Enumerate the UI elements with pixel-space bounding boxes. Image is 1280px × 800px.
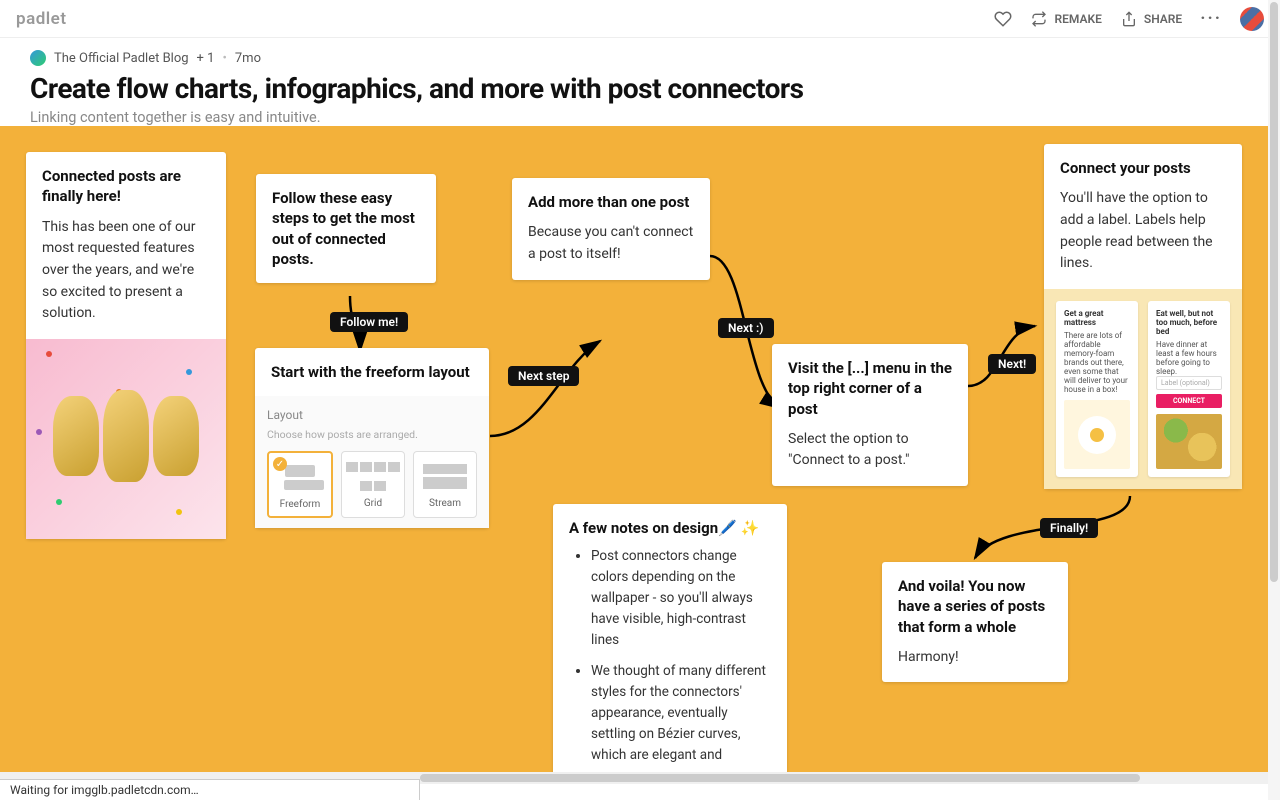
avatar[interactable] (1240, 7, 1264, 31)
card-title: Add more than one post (528, 192, 694, 212)
remake-button[interactable]: REMAKE (1030, 10, 1101, 28)
top-bar: padlet REMAKE SHARE ··· (0, 0, 1280, 38)
card-title: And voila! You now have a series of post… (898, 576, 1052, 637)
page-header: The Official Padlet Blog + 1 • 7mo Creat… (0, 38, 1280, 140)
note-item: Post connectors change colors depending … (591, 546, 771, 651)
layout-opt-stream: Stream (413, 451, 477, 518)
card-freeform-layout[interactable]: Start with the freeform layout Layout Ch… (255, 348, 489, 528)
card-title: Connect your posts (1060, 158, 1226, 178)
card-title: Connected posts are finally here! (42, 166, 210, 207)
yay-image (26, 339, 226, 539)
card-title: A few notes on design🖊️ ✨ (569, 518, 771, 538)
card-add-more-posts[interactable]: Add more than one post Because you can't… (512, 178, 710, 280)
connect-preview: Get a great mattress There are lots of a… (1044, 289, 1242, 489)
layout-head: Layout (267, 408, 477, 422)
heart-icon[interactable] (994, 10, 1012, 28)
card-title: Start with the freeform layout (271, 362, 473, 382)
card-visit-menu[interactable]: Visit the [...] menu in the top right co… (772, 344, 968, 486)
author-plus: + 1 (197, 51, 215, 66)
status-bar: Waiting for imgglb.padletcdn.com… (0, 779, 420, 800)
vertical-scrollbar[interactable] (1268, 0, 1280, 800)
connector-label-3: Next :) (718, 318, 774, 338)
card-connect-posts[interactable]: Connect your posts You'll have the optio… (1044, 144, 1242, 489)
brand-logo[interactable]: padlet (16, 9, 67, 29)
more-icon[interactable]: ··· (1200, 8, 1222, 29)
card-body: Harmony! (898, 647, 1052, 669)
post-time: 7mo (235, 51, 261, 66)
globe-icon (30, 50, 46, 66)
card-voila[interactable]: And voila! You now have a series of post… (882, 562, 1068, 682)
layout-preview: Layout Choose how posts are arranged. ✓ … (255, 396, 489, 528)
page-title: Create flow charts, infographics, and mo… (30, 72, 1250, 105)
card-body: This has been one of our most requested … (42, 217, 210, 325)
note-item: We thought of many different styles for … (591, 661, 771, 766)
share-label: SHARE (1144, 12, 1182, 26)
meta-dot: • (222, 51, 226, 66)
layout-opt-grid: Grid (341, 451, 405, 518)
card-body: Because you can't connect a post to itse… (528, 222, 694, 265)
card-follow-steps[interactable]: Follow these easy steps to get the most … (256, 174, 436, 283)
card-title: Follow these easy steps to get the most … (272, 188, 420, 269)
layout-opt-freeform: ✓ Freeform (267, 451, 333, 518)
connector-label-4: Next! (988, 354, 1036, 374)
connector-label-2: Next step (508, 366, 579, 386)
notes-list: Post connectors change colors depending … (569, 546, 771, 765)
share-icon (1120, 10, 1138, 28)
topbar-actions: REMAKE SHARE ··· (994, 7, 1264, 31)
card-body: You'll have the option to add a label. L… (1060, 188, 1226, 275)
layout-sub: Choose how posts are arranged. (267, 428, 477, 441)
card-title: Visit the [...] menu in the top right co… (788, 358, 952, 419)
page-subtitle: Linking content together is easy and int… (30, 109, 1250, 126)
meta-row: The Official Padlet Blog + 1 • 7mo (30, 50, 1250, 66)
connector-label-1: Follow me! (330, 312, 408, 332)
remake-icon (1030, 10, 1048, 28)
card-body: Select the option to "Connect to a post.… (788, 429, 952, 472)
share-button[interactable]: SHARE (1120, 10, 1182, 28)
connector-label-5: Finally! (1040, 518, 1098, 538)
remake-label: REMAKE (1054, 12, 1101, 26)
author-name[interactable]: The Official Padlet Blog (54, 51, 189, 66)
card-connected-posts[interactable]: Connected posts are finally here! This h… (26, 152, 226, 539)
card-design-notes[interactable]: A few notes on design🖊️ ✨ Post connector… (553, 504, 787, 784)
canvas[interactable]: Follow me! Next step Next :) Next! Final… (0, 126, 1268, 784)
